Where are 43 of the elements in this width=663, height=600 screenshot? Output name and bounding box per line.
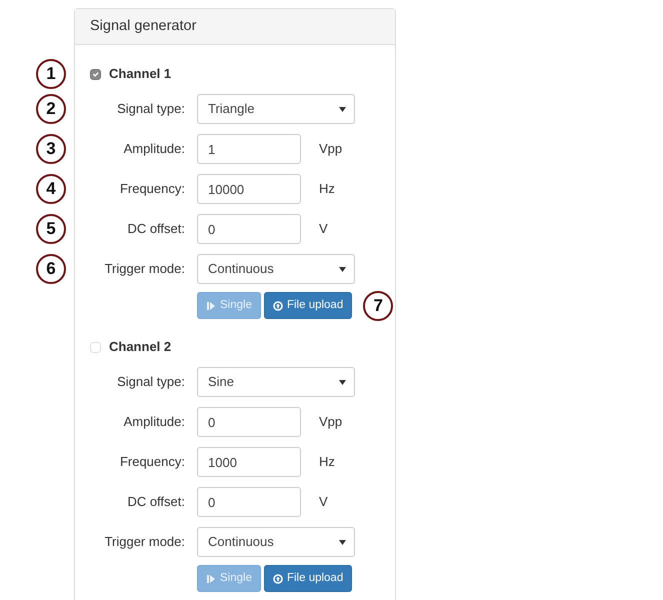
unit-label: V [319,493,328,512]
unit-label: Vpp [319,140,342,158]
field-label: DC offset: [126,220,185,238]
panel-title: Signal generator [75,9,395,45]
field-label: DC offset: [126,493,185,512]
field-label: Amplitude: [122,140,185,158]
input-field[interactable]: 1 [197,134,301,164]
field-label: Trigger mode: [104,533,185,552]
callout-number: 5 [36,214,66,244]
unit-label: Hz [319,180,335,198]
channel-label: Channel 2 [109,338,172,356]
field-label: Amplitude: [122,413,185,432]
callout-number: 4 [36,174,66,204]
channel-label: Channel 1 [109,65,172,84]
unit-label: Vpp [319,413,342,432]
field-label: Frequency: [118,453,185,472]
field-label: Signal type: [116,100,185,118]
upload-button[interactable]: File upload [264,292,352,319]
field-label: Frequency: [118,180,185,198]
skip-icon [206,574,216,584]
callout-number: 3 [36,134,66,164]
input-field[interactable]: 0 [197,487,301,517]
upload-icon [272,300,283,310]
dropdown[interactable]: Continuous [197,254,355,284]
unit-label: Hz [319,453,335,472]
upload-icon [272,574,283,584]
checkbox[interactable] [90,68,101,80]
dropdown[interactable]: Triangle [197,94,355,124]
input-field[interactable]: 1000 [197,447,301,477]
callout-number: 2 [36,94,66,124]
callout-number: 1 [36,59,66,89]
callout-number: 7 [363,290,394,320]
unit-label: V [319,220,328,238]
skip-icon [206,300,216,310]
field-label: Trigger mode: [104,260,185,278]
input-field[interactable]: 10000 [197,174,301,204]
input-field[interactable]: 0 [197,214,301,244]
input-field[interactable]: 0 [197,407,301,437]
upload-button[interactable]: File upload [264,565,352,592]
callout-number: 6 [36,254,66,284]
dropdown[interactable]: Continuous [197,527,355,557]
dropdown[interactable]: Sine [197,367,355,397]
field-label: Signal type: [116,373,185,392]
